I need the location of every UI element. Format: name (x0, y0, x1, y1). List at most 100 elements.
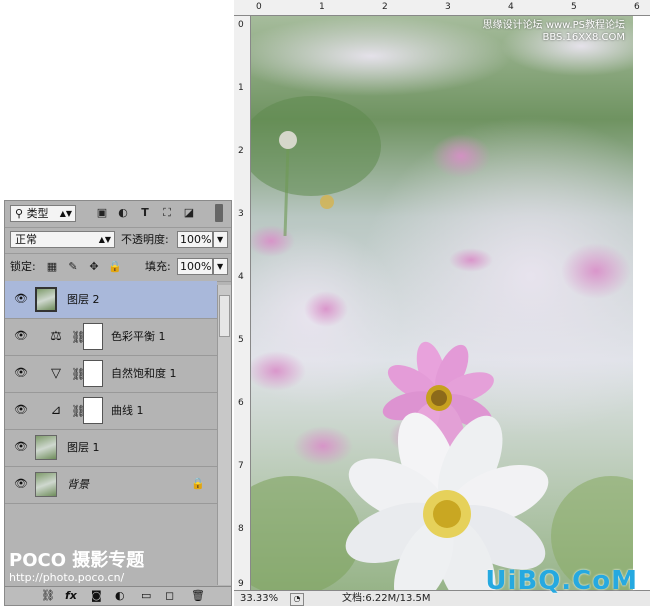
add-mask-icon[interactable]: ◙ (91, 589, 102, 603)
ruler-tick-label: 5 (571, 2, 577, 12)
layer-mask-thumbnail[interactable] (83, 360, 103, 387)
fx-icon[interactable]: fx (65, 589, 77, 603)
ruler-tick-label: 3 (445, 2, 451, 12)
ruler-tick-label: 0 (238, 20, 244, 30)
ruler-tick-label: 1 (319, 2, 325, 12)
adjustment-filter-icon[interactable]: ◐ (116, 206, 130, 220)
opacity-label: 不透明度: (121, 233, 169, 246)
balance-icon: ⚖ (50, 329, 62, 344)
lock-row: 锁定: ▦ ✎ ✥ 🔒 填充: 100% ▼ (5, 253, 231, 282)
zoom-level[interactable]: 33.33% (240, 594, 278, 604)
layer-name[interactable]: 图层 1 (67, 440, 100, 455)
layers-scrollbar[interactable] (217, 285, 231, 585)
blend-row: 正常 ▲▼ 不透明度: 100% ▼ (5, 227, 231, 254)
ruler-horizontal: 0 1 2 3 4 5 6 (234, 0, 650, 16)
filter-row: ⚲ 类型 ▲▼ ▣ ◐ T ⛶ ◪ (5, 201, 231, 228)
layer-name[interactable]: 图层 2 (67, 292, 100, 307)
eye-icon[interactable]: 👁 (14, 367, 28, 379)
trash-icon[interactable]: 🗑 (191, 589, 205, 603)
layer-mask-thumbnail[interactable] (83, 323, 103, 350)
new-adjustment-icon[interactable]: ◐ (115, 589, 125, 603)
curves-icon: ⊿ (50, 403, 62, 418)
blend-mode-value: 正常 (15, 233, 37, 246)
layer-row-vibrance[interactable]: 👁 ▽ ⛓ 自然饱和度 1 (5, 355, 217, 393)
ruler-tick-label: 2 (382, 2, 388, 12)
fill-input[interactable]: 100% (177, 258, 213, 275)
filter-toggle-icon[interactable] (215, 204, 223, 222)
new-layer-icon[interactable]: ◻ (165, 589, 174, 603)
vibrance-triangle-icon: ▽ (51, 366, 61, 381)
eye-icon[interactable]: 👁 (14, 330, 28, 342)
filter-kind-label: 类型 (26, 207, 49, 220)
lock-label: 锁定: (10, 260, 36, 273)
eye-icon[interactable]: 👁 (14, 293, 28, 305)
lock-move-icon[interactable]: ✥ (87, 260, 101, 274)
link-layers-icon[interactable]: ⛓ (41, 589, 55, 603)
layer-mask-thumbnail[interactable] (83, 397, 103, 424)
scrollbar-thumb[interactable] (219, 295, 230, 337)
opacity-input[interactable]: 100% (177, 231, 213, 248)
chevron-down-icon: ▼ (217, 262, 224, 271)
lock-brush-icon[interactable]: ✎ (66, 260, 80, 274)
share-status-icon[interactable]: ◔ (290, 593, 304, 606)
eye-icon[interactable]: 👁 (14, 404, 28, 416)
poco-brand: POCO 摄影专题 (9, 550, 145, 571)
pixel-filter-icon[interactable]: ▣ (95, 206, 109, 220)
cosmos-flower-photo (251, 16, 633, 590)
search-icon: ⚲ (15, 207, 24, 220)
poco-watermark: POCO 摄影专题 http://photo.poco.cn/ (9, 550, 145, 585)
layer-row-curves[interactable]: 👁 ⊿ ⛓ 曲线 1 (5, 392, 217, 430)
chevron-down-icon: ▼ (217, 235, 224, 244)
ruler-vertical: 0 1 2 3 4 5 6 7 8 9 (234, 16, 251, 590)
watermark-line1: 思缘设计论坛 www.PS教程论坛 (482, 20, 625, 31)
eye-icon[interactable]: 👁 (14, 478, 28, 490)
ruler-tick-label: 6 (634, 2, 640, 12)
ruler-tick-label: 9 (238, 579, 244, 589)
layer-row-layer2[interactable]: 👁 图层 2 (5, 281, 217, 319)
watermark-line2: BBS.16XX8.COM (542, 32, 625, 43)
layer-name[interactable]: 曲线 1 (111, 403, 144, 418)
forum-watermark: 思缘设计论坛 www.PS教程论坛 BBS.16XX8.COM (483, 20, 625, 44)
layer-name[interactable]: 色彩平衡 1 (111, 329, 166, 344)
ruler-tick-label: 7 (238, 461, 244, 471)
layer-thumbnail (35, 472, 57, 497)
layer-row-background[interactable]: 👁 背景 🔒 (5, 466, 217, 504)
lock-all-icon[interactable]: 🔒 (108, 260, 122, 274)
ruler-tick-label: 4 (238, 272, 244, 282)
ruler-tick-label: 8 (238, 524, 244, 534)
layer-thumbnail (35, 435, 57, 460)
fill-value: 100% (180, 260, 212, 273)
eye-icon[interactable]: 👁 (14, 441, 28, 453)
new-group-icon[interactable]: ▭ (141, 589, 151, 603)
smart-object-filter-icon[interactable]: ◪ (182, 206, 196, 220)
fill-dropdown-button[interactable]: ▼ (213, 258, 228, 275)
opacity-dropdown-button[interactable]: ▼ (213, 231, 228, 248)
ruler-tick-label: 0 (256, 2, 262, 12)
ruler-tick-label: 2 (238, 146, 244, 156)
layers-bottom-toolbar: ⛓ fx ◙ ◐ ▭ ◻ 🗑 (5, 586, 231, 605)
layer-thumbnail (35, 287, 57, 312)
document-size: 文档:6.22M/13.5M (342, 593, 431, 604)
updown-arrows-icon: ▲▼ (98, 235, 111, 244)
layer-name[interactable]: 自然饱和度 1 (111, 366, 177, 381)
ruler-tick-label: 3 (238, 209, 244, 219)
layer-name[interactable]: 背景 (67, 477, 89, 492)
layer-row-color-balance[interactable]: 👁 ⚖ ⛓ 色彩平衡 1 (5, 318, 217, 356)
blend-mode-select[interactable]: 正常 ▲▼ (10, 231, 115, 248)
poco-url: http://photo.poco.cn/ (9, 571, 125, 584)
ruler-tick-label: 6 (238, 398, 244, 408)
layer-row-layer1[interactable]: 👁 图层 1 (5, 429, 217, 467)
opacity-value: 100% (180, 233, 212, 246)
layers-panel: ⚲ 类型 ▲▼ ▣ ◐ T ⛶ ◪ 正常 ▲▼ 不透明度: 100% ▼ 锁定:… (4, 200, 232, 606)
type-filter-icon[interactable]: T (138, 206, 152, 220)
uibq-watermark: UiBQ.CoM (485, 566, 638, 596)
filter-kind-select[interactable]: ⚲ 类型 ▲▼ (10, 205, 76, 222)
lock-transparent-icon[interactable]: ▦ (45, 260, 59, 274)
ruler-tick-label: 5 (238, 335, 244, 345)
updown-arrows-icon: ▲▼ (59, 209, 72, 218)
shape-filter-icon[interactable]: ⛶ (160, 206, 174, 220)
fill-label: 填充: (145, 260, 171, 273)
ruler-tick-label: 4 (508, 2, 514, 12)
canvas-photo[interactable]: 思缘设计论坛 www.PS教程论坛 BBS.16XX8.COM (251, 16, 633, 590)
lock-icon: 🔒 (191, 477, 205, 490)
